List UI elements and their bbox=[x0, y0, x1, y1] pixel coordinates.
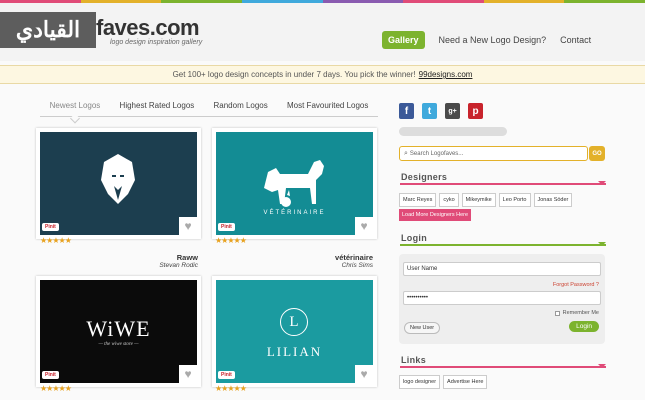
links-underline bbox=[400, 364, 606, 368]
link-chip[interactable]: Advertise Here bbox=[443, 375, 488, 389]
nav-gallery[interactable]: Gallery bbox=[382, 31, 425, 49]
logo-card-wiwe[interactable]: WiWE — the wiwe store — Pinit ♥ bbox=[36, 276, 201, 387]
nav-contact[interactable]: Contact bbox=[560, 35, 591, 45]
designer-list: Marc Reyes cyko Mikeymike Leo Porto Jona… bbox=[399, 193, 604, 207]
search-go-button[interactable]: GO bbox=[589, 146, 605, 161]
logo-caption: LILIAN bbox=[266, 344, 323, 359]
nav-new-logo-design[interactable]: Need a New Logo Design? bbox=[439, 35, 547, 45]
twitter-icon[interactable]: t bbox=[422, 103, 437, 119]
logo-caption: WiWE bbox=[86, 316, 151, 341]
favourite-heart-icon[interactable]: ♥ bbox=[355, 365, 373, 383]
site-logo[interactable]: faves.com bbox=[96, 15, 200, 41]
social-counter-bar bbox=[399, 127, 507, 136]
logo-card-lilian[interactable]: L LILIAN Pinit ♥ bbox=[212, 276, 377, 387]
pinit-button[interactable]: Pinit bbox=[42, 371, 59, 379]
username-field[interactable]: User Name bbox=[403, 262, 601, 276]
pinterest-icon[interactable]: p bbox=[468, 103, 483, 119]
new-user-button[interactable]: New User bbox=[404, 322, 441, 334]
links-list: logo designer Advertise Here bbox=[399, 375, 604, 389]
search-icon: ⌕ bbox=[404, 149, 408, 157]
watermark-badge: القيادي bbox=[0, 12, 96, 48]
login-button[interactable]: Login bbox=[569, 321, 599, 332]
tab-most-favourited[interactable]: Most Favourited Logos bbox=[287, 101, 368, 116]
rating-stars: ★★★★★ bbox=[40, 236, 72, 245]
links-heading: Links bbox=[401, 355, 427, 365]
remember-checkbox[interactable] bbox=[554, 310, 560, 316]
promo-link[interactable]: 99designs.com bbox=[419, 70, 473, 79]
login-heading: Login bbox=[401, 233, 427, 243]
password-field[interactable]: •••••••••• bbox=[403, 291, 601, 305]
dog-cat-logo bbox=[264, 160, 324, 207]
logo-card-raww[interactable]: Pinit ♥ bbox=[36, 128, 201, 239]
logo-subcaption: — the wiwe store — bbox=[98, 342, 139, 347]
login-underline bbox=[400, 242, 606, 246]
main-nav: Gallery Need a New Logo Design? Contact bbox=[382, 31, 591, 49]
site-tagline: logo design inspiration gallery bbox=[110, 39, 203, 46]
rating-stars: ★★★★★ bbox=[215, 236, 247, 245]
googleplus-icon[interactable]: g+ bbox=[445, 103, 460, 119]
remember-me[interactable]: Remember Me bbox=[554, 310, 599, 316]
monogram-ring: L bbox=[280, 308, 308, 336]
rating-stars: ★★★★★ bbox=[215, 384, 247, 393]
designer-chip[interactable]: Leo Porto bbox=[498, 193, 531, 207]
tab-random-logos[interactable]: Random Logos bbox=[214, 101, 268, 116]
designers-heading: Designers bbox=[401, 172, 448, 182]
search-input[interactable]: ⌕ Search Logofaves... bbox=[399, 146, 588, 161]
logo-title[interactable]: Raww bbox=[100, 253, 198, 262]
logo-author[interactable]: Stevan Rodic bbox=[100, 262, 198, 269]
logo-card-veterinaire[interactable]: VÉTÉRINAIRE Pinit ♥ bbox=[212, 128, 377, 239]
search-placeholder: Search Logofaves... bbox=[409, 150, 464, 157]
pinit-button[interactable]: Pinit bbox=[218, 371, 235, 379]
monogram-letter: L bbox=[289, 313, 299, 330]
pinit-button[interactable]: Pinit bbox=[218, 223, 235, 231]
forgot-password-link[interactable]: Forgot Password ? bbox=[553, 282, 599, 288]
lion-head-logo bbox=[101, 154, 135, 204]
facebook-icon[interactable]: f bbox=[399, 103, 414, 119]
tab-newest-logos[interactable]: Newest Logos bbox=[50, 101, 101, 116]
designer-chip[interactable]: Jonas Söder bbox=[533, 193, 573, 207]
rating-stars: ★★★★★ bbox=[40, 384, 72, 393]
designer-chip[interactable]: Mikeymike bbox=[461, 193, 496, 207]
logo-author[interactable]: Chris Sims bbox=[273, 262, 373, 269]
designers-underline bbox=[400, 181, 606, 185]
designer-chip[interactable]: cyko bbox=[439, 193, 459, 207]
logo-title[interactable]: vétérinaire bbox=[273, 253, 373, 262]
promo-banner: Get 100+ logo design concepts in under 7… bbox=[0, 65, 645, 84]
favourite-heart-icon[interactable]: ♥ bbox=[355, 217, 373, 235]
social-icons: f t g+ p bbox=[399, 103, 483, 119]
link-chip[interactable]: logo designer bbox=[399, 375, 441, 389]
site-header: القيادي faves.com logo design inspiratio… bbox=[0, 3, 645, 61]
promo-text: Get 100+ logo design concepts in under 7… bbox=[172, 70, 416, 79]
logo-tabs: Newest Logos Highest Rated Logos Random … bbox=[40, 101, 378, 117]
login-form: User Name Forgot Password ? •••••••••• R… bbox=[399, 254, 605, 344]
load-more-designers-button[interactable]: Load More Designers Here bbox=[399, 209, 472, 221]
tab-highest-rated[interactable]: Highest Rated Logos bbox=[120, 101, 195, 116]
favourite-heart-icon[interactable]: ♥ bbox=[179, 365, 197, 383]
logo-caption: VÉTÉRINAIRE bbox=[263, 210, 326, 216]
favourite-heart-icon[interactable]: ♥ bbox=[179, 217, 197, 235]
designer-chip[interactable]: Marc Reyes bbox=[399, 193, 437, 207]
pinit-button[interactable]: Pinit bbox=[42, 223, 59, 231]
remember-label: Remember Me bbox=[562, 310, 599, 316]
